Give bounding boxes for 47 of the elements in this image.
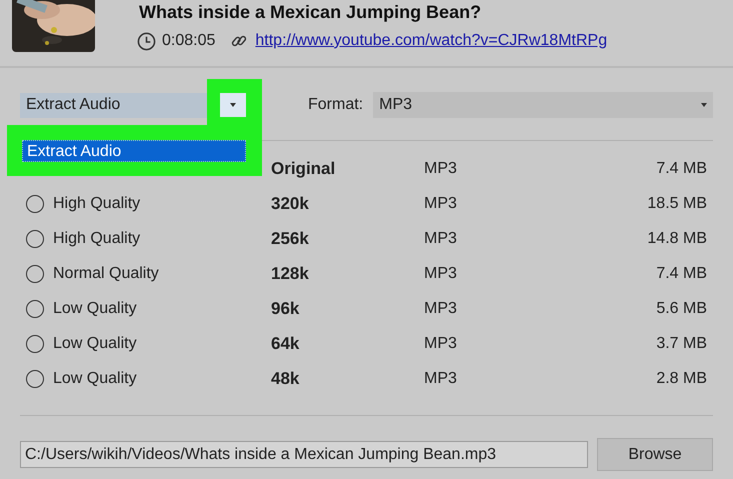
bitrate-text: 320k xyxy=(271,194,309,213)
bitrate-text: 96k xyxy=(271,298,300,318)
format-text: MP3 xyxy=(424,300,457,316)
path-field[interactable]: C:/Users/wikih/Videos/Whats inside a Mexican Jumping Bean.mp3 xyxy=(20,441,588,468)
bitrate-text: 128k xyxy=(271,264,309,283)
dropdown-value: Extract Audio xyxy=(26,95,120,115)
size-text: 7.4 MB xyxy=(656,158,707,178)
size-text: 18.5 MB xyxy=(647,194,707,214)
size-text: 7.4 MB xyxy=(656,264,707,284)
format-text: MP3 xyxy=(424,160,457,176)
quality-label: Normal Quality xyxy=(53,264,159,282)
quality-label: High Quality xyxy=(53,194,140,212)
radio-button[interactable] xyxy=(26,194,44,212)
video-link[interactable]: http://www.youtube.com/watch?v=CJRw18MtRPg xyxy=(255,29,608,53)
video-title: Whats inside a Mexican Jumping Bean? xyxy=(139,1,482,23)
format-text: MP3 xyxy=(424,230,457,246)
radio-button[interactable] xyxy=(26,300,44,318)
radio-button[interactable] xyxy=(26,264,44,282)
size-text: 3.7 MB xyxy=(656,334,707,354)
caret-icon xyxy=(230,103,236,107)
radio-button[interactable] xyxy=(26,334,44,352)
quality-label: Low Quality xyxy=(53,300,137,316)
dropdown-option[interactable]: Extract Audio xyxy=(22,140,246,162)
duration-text: 0:08:05 xyxy=(162,31,216,51)
bitrate-text: 64k xyxy=(271,334,300,353)
mode-dropdown[interactable]: Extract Audio xyxy=(20,92,208,118)
size-text: 14.8 MB xyxy=(647,228,707,248)
format-text: MP3 xyxy=(424,194,457,212)
format-dropdown[interactable]: MP3 xyxy=(373,92,713,118)
quality-label: Low Quality xyxy=(53,370,137,386)
radio-button[interactable] xyxy=(26,230,44,248)
bitrate-text: 48k xyxy=(271,368,300,388)
browse-button[interactable]: Browse xyxy=(597,438,713,471)
bitrate-text: Original xyxy=(271,158,336,178)
size-text: 2.8 MB xyxy=(656,368,707,388)
quality-label: High Quality xyxy=(53,230,140,246)
bitrate-text: 256k xyxy=(271,228,309,248)
format-label: Format: xyxy=(308,95,364,115)
format-text: MP3 xyxy=(424,370,457,386)
format-text: MP3 xyxy=(424,334,457,352)
format-value: MP3 xyxy=(379,95,412,115)
size-text: 5.6 MB xyxy=(656,298,707,318)
clock-icon xyxy=(137,32,156,50)
caret-icon xyxy=(701,103,707,107)
radio-button[interactable] xyxy=(26,370,44,388)
quality-label: Low Quality xyxy=(53,334,137,352)
format-text: MP3 xyxy=(424,264,457,282)
